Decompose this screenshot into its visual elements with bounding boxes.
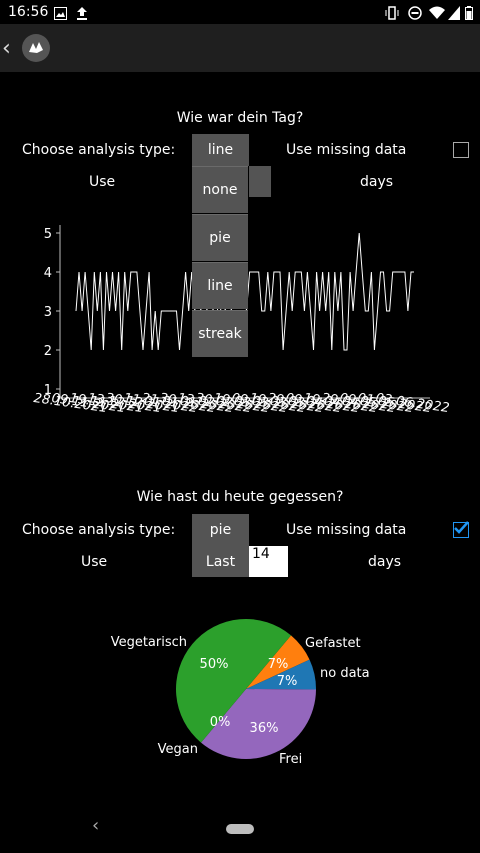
section2-analysis-label: Choose analysis type:	[22, 522, 176, 538]
option-streak[interactable]: streak	[192, 310, 248, 357]
signal-icon	[448, 5, 462, 20]
pie-slice-label: Vegetarisch	[111, 635, 187, 650]
section2-missing-checkbox[interactable]	[453, 521, 469, 538]
checkmark-icon	[454, 521, 469, 534]
option-pie[interactable]: pie	[192, 214, 248, 261]
pie-slice-label: Frei	[279, 752, 302, 767]
vibrate-icon	[384, 5, 399, 20]
y-tick-label: 5	[44, 227, 52, 242]
section1-analysis-label: Choose analysis type:	[22, 142, 176, 158]
section1-use-label: Use	[89, 174, 116, 190]
status-time: 16:56	[8, 4, 49, 20]
section1-days-label: days	[360, 174, 394, 190]
status-bar: 16:56	[0, 0, 480, 24]
y-tick-label: 4	[44, 266, 52, 281]
navigation-bar: ‹	[0, 805, 480, 853]
pie-slice-label: Gefastet	[305, 636, 361, 651]
home-pill-icon[interactable]	[226, 824, 254, 834]
section2-days-input[interactable]: 14	[249, 546, 288, 577]
pie-pct-label: 0%	[210, 715, 231, 730]
pie-pct-label: 7%	[277, 674, 298, 689]
section1-title: Wie war dein Tag?	[176, 110, 304, 126]
action-bar: ‹	[0, 24, 480, 72]
upload-notification-icon	[76, 5, 90, 20]
image-notification-icon	[54, 5, 68, 20]
section1-missing-label: Use missing data	[286, 142, 407, 158]
food-pie-chart: Gefastet 7% no data 7% Frei 36% Vegan 0% Vegetar…	[111, 618, 370, 767]
nav-back-icon[interactable]: ‹	[92, 815, 99, 836]
pie-pct-label: 50%	[200, 657, 229, 672]
section2-days-label: days	[368, 554, 402, 570]
y-tick-label: 2	[44, 344, 52, 359]
pie-pct-label: 7%	[268, 657, 289, 672]
section2-use-label: Use	[81, 554, 108, 570]
section1-missing-checkbox[interactable]	[453, 142, 469, 158]
section1-analysis-spinner[interactable]: line	[192, 134, 249, 166]
app-logo-icon[interactable]	[22, 34, 50, 62]
section2-missing-label: Use missing data	[286, 522, 407, 538]
battery-icon	[465, 5, 479, 20]
option-line[interactable]: line	[192, 262, 248, 309]
pie-pct-label: 36%	[250, 721, 279, 736]
section2-analysis-spinner[interactable]: pie	[192, 514, 249, 546]
wifi-icon	[429, 5, 445, 19]
pie-slice-label: Vegan	[158, 742, 198, 757]
section1-range-spinner[interactable]	[249, 166, 271, 197]
section2-title: Wie hast du heute gegessen?	[136, 489, 344, 505]
pie-slice-label: no data	[320, 666, 370, 681]
back-chevron-icon[interactable]: ‹	[2, 36, 11, 61]
option-none[interactable]: none	[192, 166, 248, 213]
section2-range-spinner[interactable]: Last	[192, 546, 249, 577]
y-tick-label: 3	[44, 305, 52, 320]
do-not-disturb-icon	[408, 5, 422, 20]
